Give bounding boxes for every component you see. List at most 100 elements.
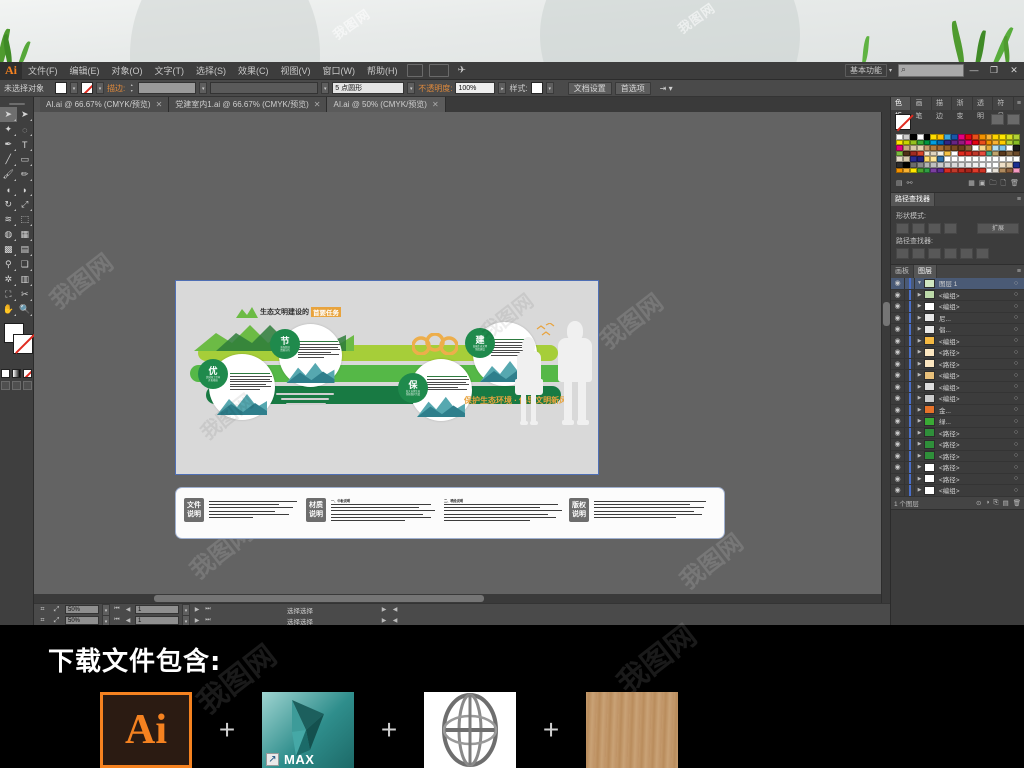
stroke-dropdown-icon[interactable]: ▾	[96, 82, 104, 94]
color-swatch[interactable]	[937, 167, 945, 174]
crop-button[interactable]	[944, 248, 957, 260]
color-swatch[interactable]	[957, 167, 965, 174]
layer-row[interactable]: ◉ ▶ 绿... ○	[891, 416, 1024, 428]
column-graph-tool[interactable]: ▥	[17, 272, 34, 287]
new-layer-icon[interactable]: ▤	[1003, 499, 1009, 507]
canvas-horizontal-scrollbar[interactable]	[34, 594, 881, 603]
menu-effect[interactable]: 效果(C)	[232, 62, 275, 80]
lock-toggle[interactable]	[904, 393, 915, 404]
stroke-weight-dropdown-icon[interactable]: ▾	[199, 82, 208, 94]
visibility-toggle-icon[interactable]: ◉	[891, 486, 904, 494]
expand-triangle-icon[interactable]: ▶	[915, 453, 924, 459]
new-group-icon[interactable]: 🗀	[989, 179, 996, 190]
lock-toggle[interactable]	[904, 358, 915, 370]
status-collapse-icon[interactable]: ◀	[391, 606, 399, 613]
layer-target-icon[interactable]: ○	[1008, 326, 1024, 333]
swatch-options-icon[interactable]: ▣	[979, 179, 986, 190]
first-artboard-icon-2[interactable]: ⏮	[113, 617, 121, 624]
layer-row[interactable]: ◉ ▶ <编组> ○	[891, 370, 1024, 382]
lock-toggle[interactable]	[904, 370, 915, 381]
artboard-nav-icon-2[interactable]: ⌗	[37, 617, 48, 625]
blend-tool[interactable]: ❏	[17, 257, 34, 272]
tab-swatches[interactable]: 色板	[891, 97, 912, 120]
close-button[interactable]: ✕	[1004, 63, 1024, 78]
graphic-style-swatch[interactable]	[530, 82, 543, 94]
panel-menu-icon[interactable]: ≡	[1014, 97, 1024, 110]
color-swatch[interactable]	[964, 167, 972, 174]
lock-toggle[interactable]	[904, 347, 915, 358]
new-swatch-icon[interactable]: 🗋	[1000, 179, 1006, 190]
minus-back-button[interactable]	[976, 248, 989, 260]
layer-target-icon[interactable]: ○	[1008, 441, 1024, 448]
tab-pathfinder[interactable]: 路径查找器	[891, 193, 935, 207]
eraser-tool[interactable]: ◗	[17, 182, 34, 197]
color-swatch[interactable]	[1006, 167, 1014, 174]
visibility-toggle-icon[interactable]: ◉	[891, 360, 904, 368]
profile-dropdown-icon[interactable]: ▾	[407, 82, 416, 94]
symbol-sprayer-tool[interactable]: ✲	[0, 272, 17, 287]
visibility-toggle-icon[interactable]: ◉	[891, 440, 904, 448]
minus-front-button[interactable]	[912, 223, 925, 235]
expand-triangle-icon[interactable]: ▶	[915, 349, 924, 355]
fit-artboard-icon[interactable]: ⤢	[51, 606, 62, 614]
layer-row[interactable]: ◉ ▶ <路径> ○	[891, 473, 1024, 486]
menu-file[interactable]: 文件(F)	[22, 62, 64, 80]
visibility-toggle-icon[interactable]: ◉	[891, 406, 904, 414]
paintbrush-tool[interactable]: 🖌	[0, 167, 17, 182]
brush-definition-field[interactable]	[210, 82, 319, 94]
type-tool[interactable]: T	[17, 137, 34, 152]
first-artboard-icon[interactable]: ⏮	[113, 606, 121, 613]
swatch-libraries-icon[interactable]: ▤	[896, 179, 903, 190]
delete-swatch-icon[interactable]: 🗑	[1010, 179, 1019, 190]
expand-triangle-icon[interactable]: ▶	[915, 487, 924, 493]
visibility-toggle-icon[interactable]: ◉	[891, 348, 904, 356]
color-swatch[interactable]	[902, 167, 910, 174]
visibility-toggle-icon[interactable]: ◉	[891, 337, 904, 345]
menu-type[interactable]: 文字(T)	[149, 62, 191, 80]
align-menu-icon[interactable]: ⇥ ▾	[660, 84, 673, 93]
expand-triangle-icon[interactable]: ▶	[915, 372, 924, 378]
expand-triangle-icon[interactable]: ▶	[915, 292, 924, 298]
expand-triangle-icon[interactable]: ▶	[915, 418, 924, 424]
panel-menu-icon[interactable]: ≡	[1014, 265, 1024, 278]
expand-triangle-icon[interactable]: ▶	[915, 361, 924, 367]
menu-window[interactable]: 窗口(W)	[317, 62, 362, 80]
pen-tool[interactable]: ✒	[0, 137, 17, 152]
visibility-toggle-icon[interactable]: ◉	[891, 394, 904, 402]
lock-toggle[interactable]	[904, 335, 915, 347]
expand-triangle-icon[interactable]: ▶	[915, 407, 924, 413]
layer-target-icon[interactable]: ○	[1008, 349, 1024, 356]
layer-row[interactable]: ◉ ▶ <路径> ○	[891, 347, 1024, 359]
mesh-tool[interactable]: ▩	[0, 242, 17, 257]
layer-target-icon[interactable]: ○	[1008, 360, 1024, 367]
lock-toggle[interactable]	[904, 278, 915, 289]
fill-dropdown-icon[interactable]: ▾	[70, 82, 78, 94]
layer-target-icon[interactable]: ○	[1008, 291, 1024, 298]
arrange-documents-icon[interactable]	[428, 64, 449, 77]
lock-toggle[interactable]	[904, 485, 915, 496]
color-swatch[interactable]	[909, 167, 917, 174]
visibility-toggle-icon[interactable]: ◉	[891, 417, 904, 425]
layer-row[interactable]: ◉ ▶ <编组> ○	[891, 393, 1024, 405]
merge-button[interactable]	[928, 248, 941, 260]
tab-ai-1[interactable]: AI.ai @ 66.67% (CMYK/预览) ✕	[40, 97, 170, 112]
gradient-tool[interactable]: ▤	[17, 242, 34, 257]
visibility-toggle-icon[interactable]: ◉	[891, 325, 904, 333]
tab-close-icon[interactable]: ✕	[156, 100, 163, 109]
trim-button[interactable]	[912, 248, 925, 260]
expand-triangle-icon[interactable]: ▶	[915, 476, 924, 482]
artboard-number-field-2[interactable]: 1	[135, 616, 179, 625]
stroke-color-swatch[interactable]	[13, 334, 33, 354]
layer-row[interactable]: ◉ ▶ 倡... ○	[891, 324, 1024, 336]
variable-width-profile-field[interactable]: 5 点圆形	[332, 82, 405, 94]
swatch-link-icon[interactable]: ⚯	[907, 179, 913, 190]
scale-tool[interactable]: ⤢	[17, 197, 34, 212]
canvas-area[interactable]: 我图网 我图网 我图网 我图网 我图网	[34, 112, 890, 603]
line-segment-tool[interactable]: ╱	[0, 152, 17, 167]
bridge-toggle-icon[interactable]	[406, 64, 423, 77]
shape-builder-tool[interactable]: ◍	[0, 227, 17, 242]
lock-toggle[interactable]	[904, 416, 915, 427]
expand-triangle-icon[interactable]: ▶	[915, 441, 924, 447]
layer-row[interactable]: ◉ ▶ <编组> ○	[891, 381, 1024, 394]
menu-edit[interactable]: 编辑(E)	[64, 62, 106, 80]
